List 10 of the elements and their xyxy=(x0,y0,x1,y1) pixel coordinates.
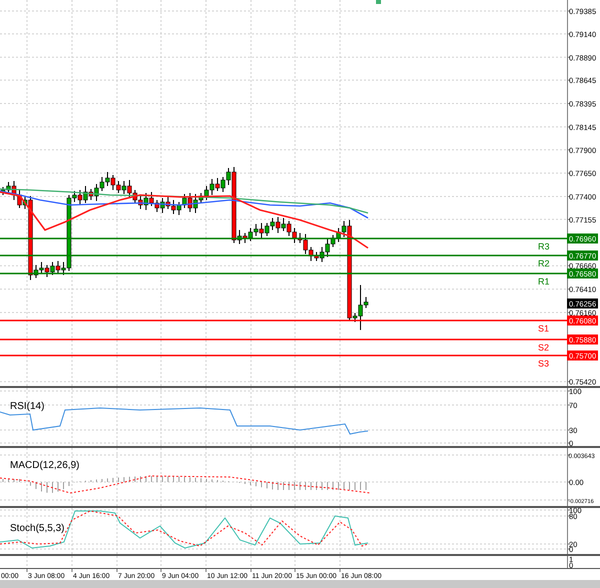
indicator-title: RSI(14) xyxy=(10,401,44,412)
level-label: S2 xyxy=(538,342,550,352)
level-label: R2 xyxy=(538,258,550,268)
indicator-title: Stoch(5,5,3) xyxy=(10,523,64,534)
level-label: R1 xyxy=(538,276,550,286)
indicator-title: MACD(12,26,9) xyxy=(10,460,80,471)
marker-icon xyxy=(376,0,381,4)
level-label: R3 xyxy=(538,242,550,252)
level-label: S3 xyxy=(538,358,550,368)
level-label: S1 xyxy=(538,324,550,334)
